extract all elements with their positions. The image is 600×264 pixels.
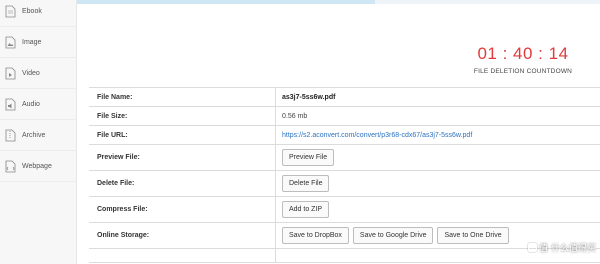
- sidebar: Ebook Image Video Audio Archive Webpage: [0, 0, 77, 264]
- sidebar-item-label: Audio: [22, 100, 40, 108]
- sidebar-item-label: Video: [22, 69, 40, 77]
- deletion-countdown: 01 : 40 : 14 FILE DELETION COUNTDOWN: [470, 44, 576, 75]
- add-to-zip-button[interactable]: Add to ZIP: [282, 201, 330, 218]
- file-info-table: File Name: as3j7-5ss6w.pdf File Size: 0.…: [89, 87, 600, 263]
- countdown-time: 01 : 40 : 14: [477, 44, 569, 63]
- top-progress-fill: [77, 0, 375, 4]
- sidebar-item-label: Image: [22, 38, 42, 46]
- sidebar-item-webpage[interactable]: Webpage: [0, 151, 77, 182]
- watermark-logo-icon: [528, 243, 538, 252]
- sidebar-item-label: Archive: [22, 131, 46, 139]
- image-icon: [5, 36, 16, 48]
- delete-file-label: Delete File:: [97, 180, 135, 187]
- online-storage-label: Online Storage:: [97, 232, 150, 239]
- video-icon: [5, 67, 16, 79]
- preview-file-button[interactable]: Preview File: [282, 149, 335, 166]
- table-row-preview: Preview File: Preview File: [89, 145, 600, 171]
- file-name-value: as3j7-5ss6w.pdf: [275, 88, 335, 106]
- file-name-label: File Name:: [97, 93, 133, 101]
- sidebar-item-ebook[interactable]: Ebook: [0, 0, 77, 27]
- delete-file-button[interactable]: Delete File: [282, 175, 330, 192]
- save-to-onedrive-button[interactable]: Save to One Drive: [437, 227, 509, 244]
- file-url-link[interactable]: https://s2.aconvert.com/convert/p3r68-cd…: [282, 132, 472, 139]
- table-row-compress: Compress File: Add to ZIP: [89, 197, 600, 223]
- sidebar-item-video[interactable]: Video: [0, 58, 77, 89]
- table-row-file-size: File Size: 0.56 mb: [89, 107, 600, 126]
- compress-file-label: Compress File:: [97, 206, 148, 213]
- countdown-caption: FILE DELETION COUNTDOWN: [473, 68, 573, 75]
- table-row-file-name: File Name: as3j7-5ss6w.pdf: [89, 88, 600, 107]
- file-size-value: 0.56 mb: [275, 107, 307, 125]
- sidebar-item-label: Ebook: [22, 7, 42, 15]
- file-size-label: File Size:: [97, 112, 128, 120]
- table-row-online-storage: Online Storage: Save to DropBox Save to …: [89, 223, 600, 249]
- save-to-dropbox-button[interactable]: Save to DropBox: [282, 227, 349, 244]
- top-progress-strip: [77, 0, 600, 4]
- archive-icon: [5, 129, 16, 141]
- sidebar-item-archive[interactable]: Archive: [0, 120, 77, 151]
- sidebar-item-image[interactable]: Image: [0, 27, 77, 58]
- audio-icon: [5, 98, 16, 110]
- preview-file-label: Preview File:: [97, 154, 140, 161]
- table-row-delete: Delete File: Delete File: [89, 171, 600, 197]
- sidebar-item-label: Webpage: [22, 162, 52, 170]
- table-row-empty: [89, 249, 600, 263]
- table-row-file-url: File URL: https://s2.aconvert.com/conver…: [89, 126, 600, 145]
- webpage-icon: [5, 160, 16, 172]
- file-url-label: File URL:: [97, 131, 128, 139]
- ebook-icon: [5, 5, 16, 17]
- watermark: 值 什么值得买: [528, 241, 596, 254]
- save-to-google-drive-button[interactable]: Save to Google Drive: [352, 227, 434, 244]
- sidebar-item-audio[interactable]: Audio: [0, 89, 77, 120]
